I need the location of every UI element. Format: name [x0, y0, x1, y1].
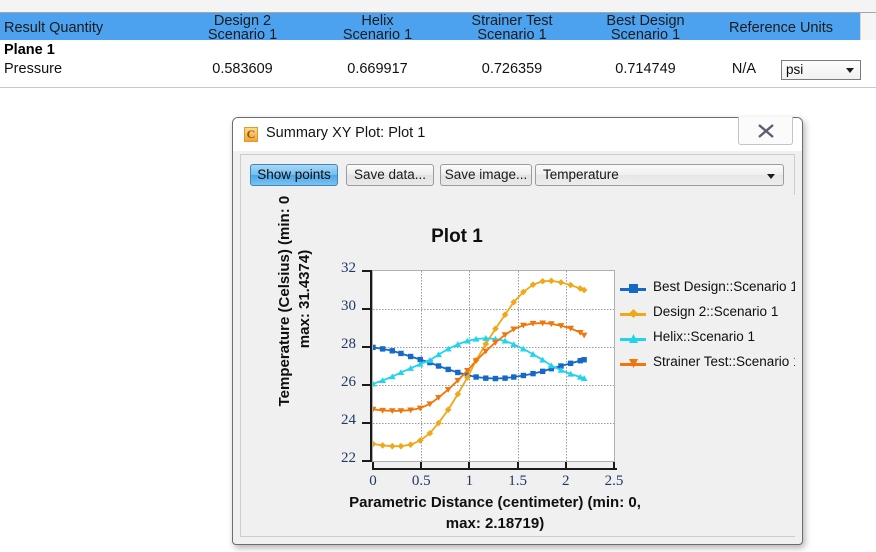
y-axis-tick-label: 22: [341, 450, 356, 466]
x-axis-tick-label: 0: [369, 473, 377, 489]
unit-select-dropdown[interactable]: psi: [781, 60, 861, 80]
chart-series: [373, 344, 587, 382]
x-axis-tick: [420, 462, 423, 469]
legend-label: Helix::Scenario 1: [653, 329, 756, 344]
legend-swatch: [620, 333, 646, 345]
column-header-helix[interactable]: Helix Scenario 1: [320, 13, 435, 40]
chevron-down-icon: [767, 174, 775, 179]
results-table: Result Quantity Design 2 Scenario 1 Heli…: [0, 0, 876, 96]
chart-series: [373, 277, 588, 450]
quantity-select-value: Temperature: [543, 167, 619, 182]
group-label-plane-1: Plane 1: [4, 42, 55, 58]
summary-xy-plot-dialog: C Summary XY Plot: Plot 1 Show points Sa…: [232, 117, 803, 545]
y-axis-tick-label: 24: [341, 412, 356, 428]
table-bottom-rule: [0, 87, 876, 88]
legend-item[interactable]: Design 2::Scenario 1: [620, 302, 795, 327]
close-button[interactable]: [738, 117, 793, 145]
chart-series: [373, 335, 588, 387]
column-header-reference-units[interactable]: Reference Units: [708, 13, 854, 40]
column-header-result-quantity[interactable]: Result Quantity: [4, 13, 204, 40]
legend-marker-diamond-icon: [629, 309, 638, 318]
y-axis-tick: [362, 422, 370, 424]
app-icon: C: [244, 127, 258, 142]
cell-design-2-value: 0.583609: [212, 61, 273, 77]
legend-item[interactable]: Helix::Scenario 1: [620, 327, 795, 352]
cell-best-design-value: 0.714749: [615, 61, 676, 77]
x-axis-tick-label: 2.5: [604, 473, 624, 489]
y-axis-tick: [362, 308, 370, 310]
close-icon: [758, 124, 774, 138]
y-axis-tick-label: 26: [341, 374, 356, 390]
chevron-down-icon: [846, 68, 854, 73]
chart-legend: Best Design::Scenario 1Design 2::Scenari…: [620, 277, 795, 377]
cell-helix-value: 0.669917: [347, 61, 408, 77]
y-axis-tick: [362, 346, 370, 348]
column-header-design-2[interactable]: Design 2 Scenario 1: [185, 13, 300, 40]
legend-item[interactable]: Strainer Test::Scenario 1: [620, 352, 795, 377]
table-top-strip: [0, 0, 876, 13]
x-axis-tick: [613, 462, 615, 469]
table-header-corner: [860, 13, 876, 40]
legend-label: Best Design::Scenario 1: [653, 279, 795, 294]
legend-swatch: [620, 358, 646, 370]
cell-result-quantity: Pressure: [4, 61, 63, 77]
legend-swatch: [620, 308, 646, 320]
y-axis-tick: [362, 384, 370, 386]
x-axis-tick-label: 1.5: [508, 473, 527, 489]
column-header-strainer-test[interactable]: Strainer Test Scenario 1: [452, 13, 572, 40]
legend-swatch: [620, 283, 646, 295]
cell-strainer-test-value: 0.726359: [481, 61, 543, 77]
legend-label: Design 2::Scenario 1: [653, 304, 779, 319]
x-axis-tick: [564, 462, 567, 469]
legend-item[interactable]: Best Design::Scenario 1: [620, 277, 795, 302]
x-axis-tick: [372, 462, 374, 469]
x-axis-line: [372, 468, 617, 470]
y-axis-tick: [362, 270, 370, 272]
y-axis-tick-label: 28: [341, 336, 356, 352]
table-header-row: Result Quantity Design 2 Scenario 1 Heli…: [0, 13, 860, 40]
x-axis-tick: [468, 462, 471, 469]
y-axis-tick-label: 30: [341, 298, 356, 314]
x-axis-tick-label: 0.5: [411, 473, 431, 489]
show-points-button[interactable]: Show points: [250, 164, 338, 186]
x-axis-tick: [516, 462, 519, 469]
table-row: Pressure 0.583609 0.669917 0.726359 0.71…: [0, 60, 876, 86]
dialog-titlebar[interactable]: C Summary XY Plot: Plot 1: [233, 117, 802, 151]
legend-label: Strainer Test::Scenario 1: [653, 354, 795, 369]
chart-area: Plot 1 Temperature (Celsius) (min: 0, ma…: [242, 195, 795, 536]
table-group-row: Plane 1: [0, 42, 876, 60]
x-axis-tick-label: 1: [465, 473, 474, 489]
column-header-best-design[interactable]: Best Design Scenario 1: [588, 13, 703, 40]
legend-marker-square-icon: [629, 284, 638, 293]
unit-select-value: psi: [786, 62, 804, 77]
chart-x-axis-label: Parametric Distance (centimeter) (min: 0…: [349, 494, 641, 532]
quantity-select-dropdown[interactable]: Temperature: [535, 164, 784, 186]
y-axis-tick: [362, 460, 370, 462]
dialog-body: Show points Save data... Save image... T…: [240, 154, 795, 537]
y-axis-tick-label: 32: [341, 260, 356, 276]
plot-frame: [372, 270, 615, 462]
save-data-button[interactable]: Save data...: [346, 164, 434, 186]
series-layer: [373, 277, 588, 450]
save-image-button[interactable]: Save image...: [440, 164, 532, 186]
x-axis-tick-label: 2: [562, 473, 570, 489]
cell-reference-value: N/A: [731, 61, 757, 77]
dialog-title: Summary XY Plot: Plot 1: [266, 125, 426, 141]
